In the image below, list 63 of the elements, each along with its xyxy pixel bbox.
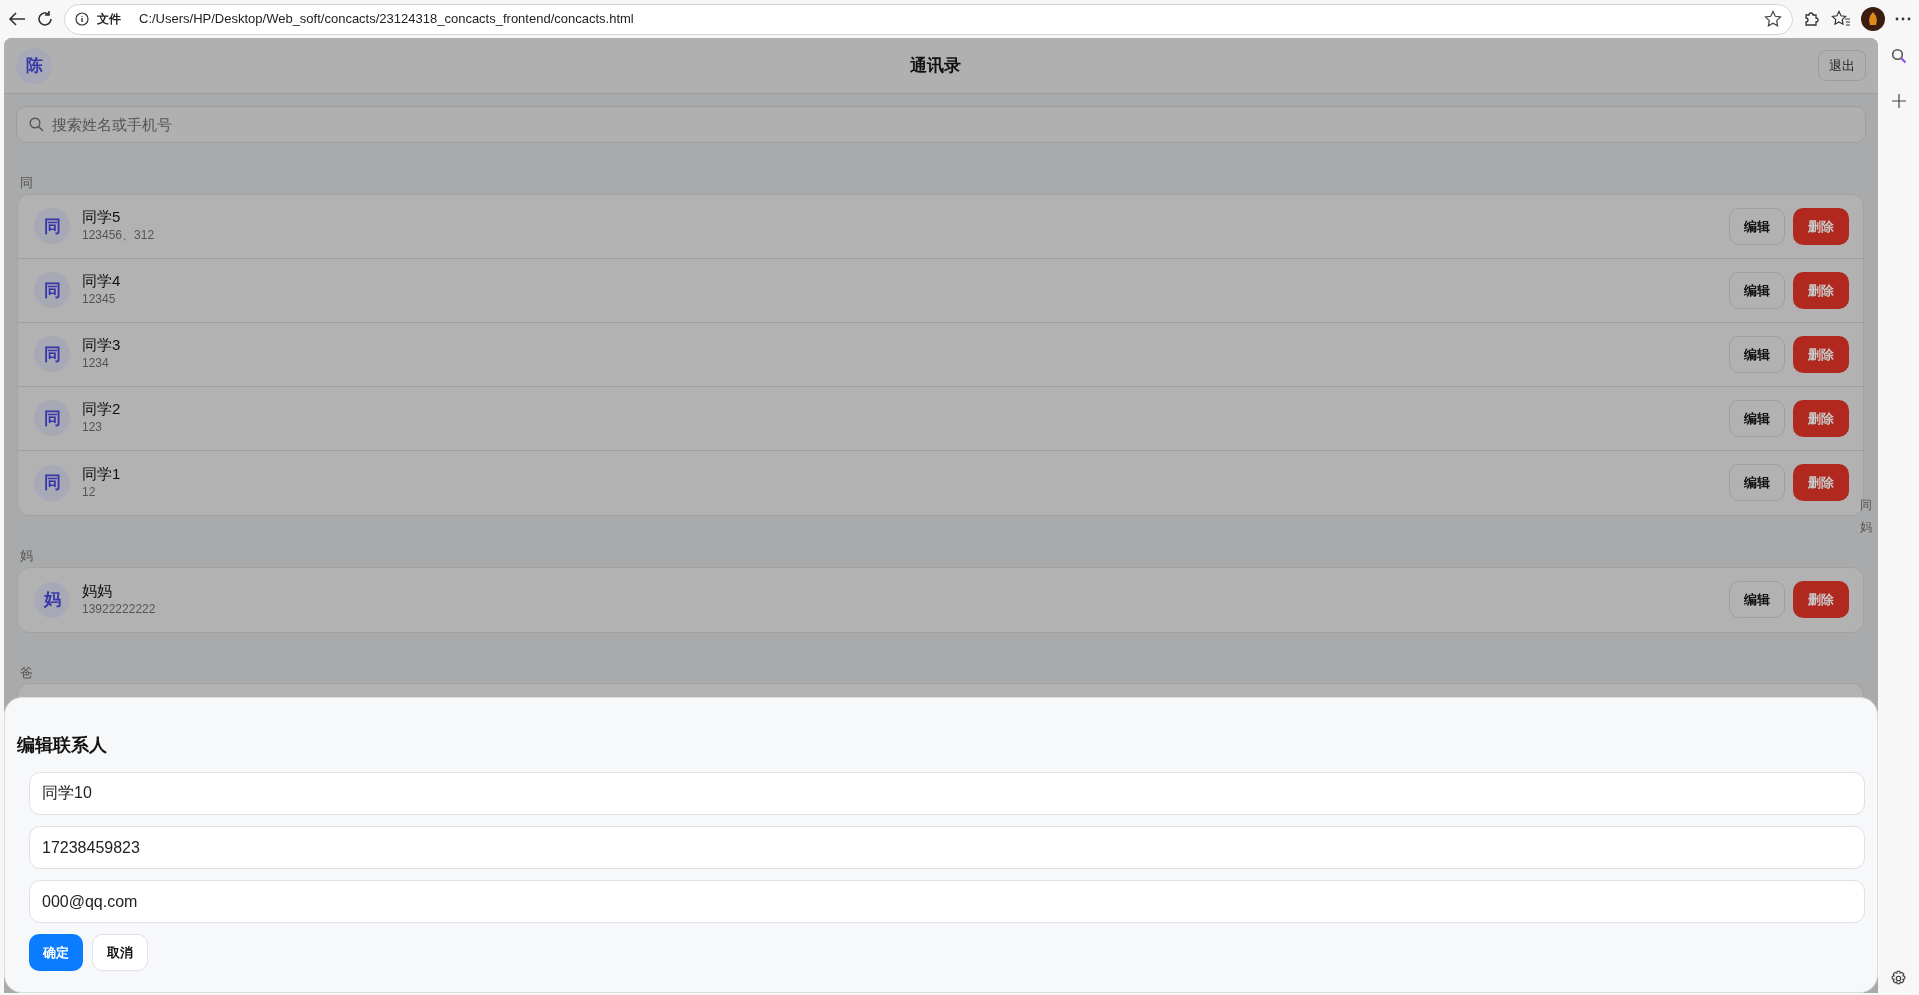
contact-name: 同学4 [82, 272, 122, 291]
contact-phone: 12345 [82, 291, 117, 309]
contact-avatar: 同 [34, 464, 70, 501]
contact-avatar: 同 [34, 208, 70, 245]
contact-row[interactable]: 妈 妈妈 13922222222 编辑 删除 [18, 567, 1863, 632]
contact-phone: 123 [82, 419, 104, 437]
edit-button[interactable]: 编辑 [1729, 464, 1785, 502]
contact-row[interactable]: 同 同学4 12345 编辑 删除 [18, 258, 1863, 323]
contact-avatar: 同 [34, 336, 70, 373]
contact-name: 同学2 [82, 400, 122, 419]
contact-row[interactable]: 同 同学2 123 编辑 删除 [18, 386, 1863, 451]
contact-row[interactable]: 同 同学3 1234 编辑 删除 [18, 322, 1863, 387]
delete-button[interactable]: 删除 [1793, 464, 1849, 502]
favorites-icon[interactable] [1831, 10, 1851, 28]
contact-phone: 123456、312 [82, 227, 156, 245]
section-letter: 妈 [20, 547, 33, 564]
input-field[interactable]: 同学10 [29, 772, 1865, 815]
section-letter: 爸 [20, 664, 33, 681]
contact-row[interactable]: 同 同学5 123456、312 编辑 删除 [18, 194, 1863, 259]
logout-button[interactable]: 退出 [1818, 49, 1866, 82]
profile-avatar[interactable] [1861, 7, 1885, 31]
delete-button[interactable]: 删除 [1793, 399, 1849, 437]
edit-button[interactable]: 编辑 [1729, 335, 1785, 373]
reload-icon[interactable] [36, 10, 54, 28]
confirm-button[interactable]: 确定 [29, 934, 83, 971]
address-bar[interactable]: 文件 C:/Users/HP/Desktop/Web_soft/concacts/23124318_concacts_frontend/concacts.html [64, 3, 1793, 35]
delete-button[interactable]: 删除 [1793, 335, 1849, 373]
url-text: C:/Users/HP/Desktop/Web_soft/concacts/23124318_concacts_frontend/concacts.html [139, 10, 634, 29]
contact-name: 妈妈 [82, 581, 113, 600]
input-field[interactable]: 000@qq.com [29, 880, 1865, 923]
contact-phone: 12 [82, 483, 97, 501]
search-icon[interactable] [1890, 48, 1907, 64]
contact-phone: 13922222222 [82, 600, 157, 618]
contact-phone: 1234 [82, 355, 110, 373]
input-field[interactable]: 17238459823 [29, 826, 1865, 869]
contact-name: 同学5 [82, 208, 122, 227]
contact-avatar: 同 [34, 272, 70, 309]
edit-button[interactable]: 编辑 [1729, 271, 1785, 309]
info-icon[interactable] [75, 12, 89, 26]
scheme-label: 文件 [97, 11, 121, 28]
puzzle-icon[interactable] [1803, 10, 1821, 28]
back-icon[interactable] [8, 11, 26, 27]
star-icon[interactable] [1764, 10, 1782, 28]
cancel-button[interactable]: 取消 [92, 934, 148, 971]
plus-icon[interactable] [1891, 94, 1906, 108]
edit-button[interactable]: 编辑 [1729, 399, 1785, 437]
contact-avatar: 同 [34, 400, 70, 437]
page-title: 通讯录 [909, 54, 961, 77]
edit-button[interactable]: 编辑 [1729, 207, 1785, 245]
contact-avatar: 妈 [34, 581, 70, 618]
contact-name: 同学1 [82, 464, 122, 483]
sheet-title: 编辑联系人 [17, 734, 108, 757]
user-avatar[interactable]: 陈 [16, 47, 52, 84]
section-letter: 同 [20, 175, 33, 191]
more-icon[interactable] [1895, 17, 1911, 21]
search-icon [29, 117, 44, 132]
edit-button[interactable]: 编辑 [1729, 581, 1785, 619]
contact-name: 同学3 [82, 336, 122, 355]
delete-button[interactable]: 删除 [1793, 207, 1849, 245]
search-field[interactable]: 搜索姓名或手机号 [16, 106, 1866, 143]
delete-button[interactable]: 删除 [1793, 581, 1849, 619]
delete-button[interactable]: 删除 [1793, 271, 1849, 309]
settings-icon[interactable] [1890, 970, 1907, 987]
